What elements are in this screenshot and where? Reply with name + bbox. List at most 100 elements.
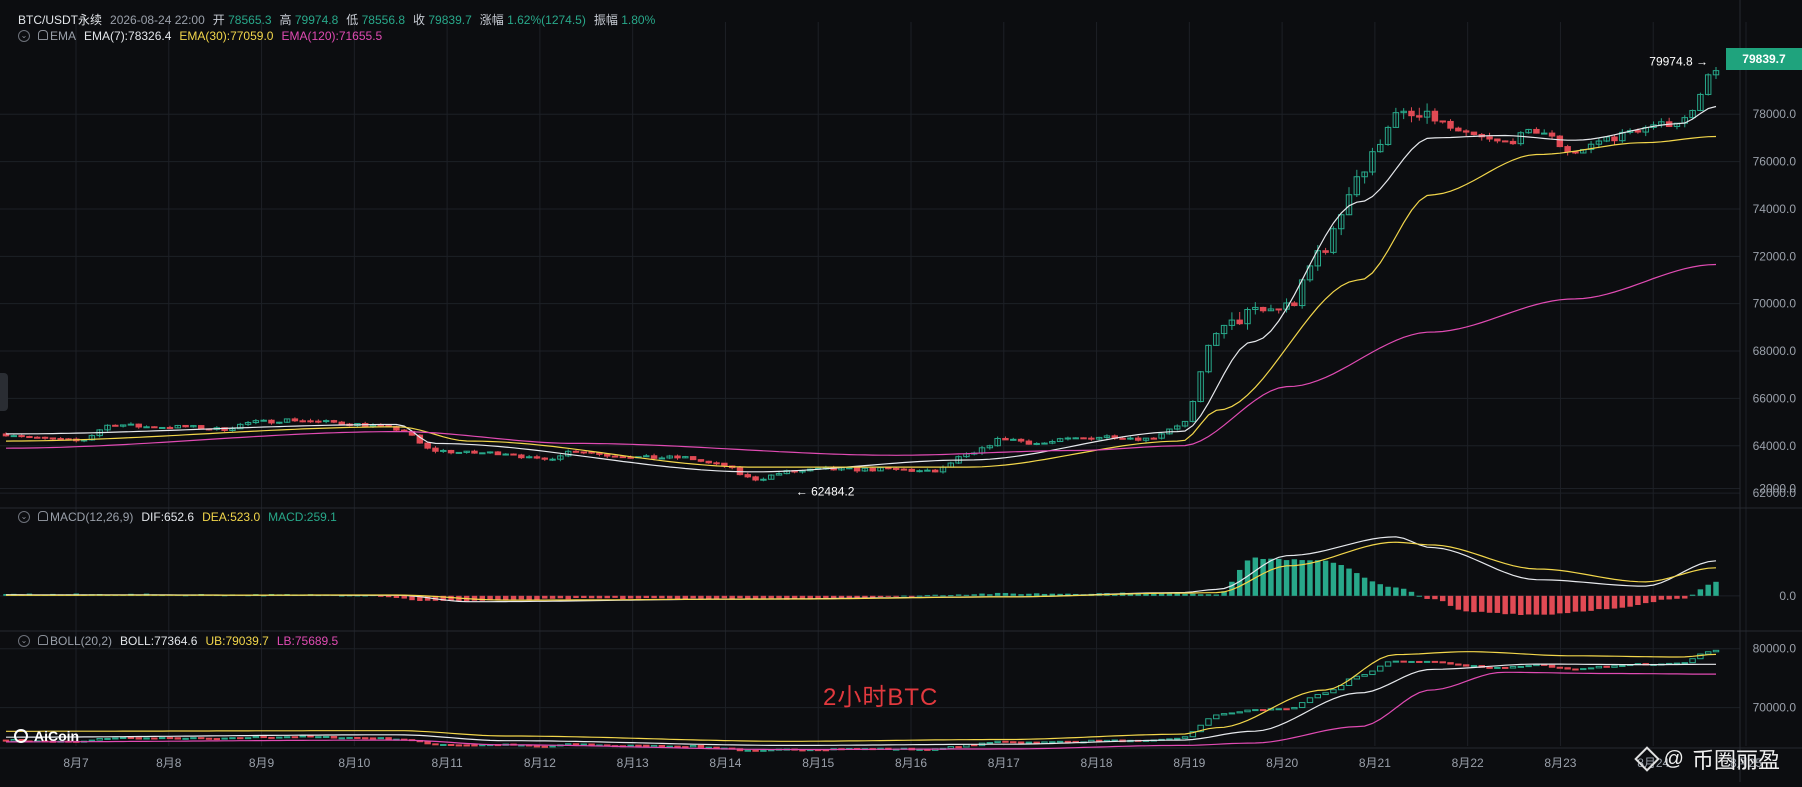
macd-histogram-bar xyxy=(1666,595,1672,600)
candle-body xyxy=(1119,437,1126,440)
boll-candle xyxy=(1220,713,1228,716)
candle-body xyxy=(1501,140,1509,143)
boll-candle xyxy=(96,737,103,741)
macd-line-dea xyxy=(6,541,1717,601)
candle-body xyxy=(432,447,439,452)
y-tick-label: 66000.0 xyxy=(1753,391,1797,405)
boll-candle xyxy=(1033,741,1040,744)
boll-candle xyxy=(1205,718,1212,726)
candle-body xyxy=(1572,151,1579,154)
boll-candle xyxy=(1025,741,1033,744)
candle-body xyxy=(1634,130,1642,133)
macd-histogram-bar xyxy=(1627,595,1633,607)
ema-line-ema30 xyxy=(5,135,1717,468)
macd-histogram-bar xyxy=(1650,595,1657,603)
high-label: 高 xyxy=(279,13,292,27)
boll-candle xyxy=(1041,741,1048,744)
close-label: 收 xyxy=(413,13,426,27)
macd-histogram-bar xyxy=(378,595,384,597)
ema7-value: EMA(7):78326.4 xyxy=(84,29,172,43)
dea-value: DEA:523.0 xyxy=(202,510,261,524)
boll-candle xyxy=(377,737,385,740)
boll-candle xyxy=(112,737,119,740)
candle-body xyxy=(1088,437,1095,440)
candle-body xyxy=(112,424,119,427)
kline-chart[interactable]: 8月7 8月8 8月9 8月10 8月11 8月12 8月13 8月14 8月15 8月16 8月1… xyxy=(0,0,1802,782)
y-tick-label: 76000.0 xyxy=(1753,155,1797,169)
macd-histogram-bar xyxy=(549,595,556,599)
boll-candle xyxy=(1564,667,1571,670)
x-tick-label: 8月12 xyxy=(524,756,556,770)
macd-histogram-bar xyxy=(1197,594,1204,596)
macd-histogram-bar xyxy=(940,595,946,597)
macd-histogram-bar xyxy=(909,595,915,597)
boll-candle xyxy=(1298,702,1306,709)
macd-histogram-bar xyxy=(1479,595,1485,612)
macd-histogram-bar xyxy=(768,595,774,599)
boll-mid-value: BOLL:77364.6 xyxy=(120,634,198,648)
x-tick-label: 8月15 xyxy=(802,756,834,770)
candle-body xyxy=(525,456,533,459)
aicoin-logo: AiCoin xyxy=(14,728,79,744)
boll-candle xyxy=(1509,666,1517,669)
boll-candle xyxy=(369,737,377,740)
alert-bell-icon[interactable] xyxy=(38,511,48,521)
ema-indicator-name[interactable]: EMA xyxy=(50,29,76,43)
candle-body xyxy=(549,458,556,461)
macd-indicator-name[interactable]: MACD(12,26,9) xyxy=(50,510,133,524)
macd-histogram-bar xyxy=(1533,595,1540,615)
boll-candle xyxy=(674,745,681,748)
candle-body xyxy=(291,418,299,422)
macd-histogram-bar xyxy=(471,595,478,601)
macd-histogram-bar xyxy=(393,595,400,598)
candle-body xyxy=(1462,130,1470,133)
macd-histogram-bar xyxy=(1658,595,1665,600)
macd-histogram-bar xyxy=(1033,593,1040,596)
macd-histogram-bar xyxy=(1549,595,1555,615)
macd-histogram-bar xyxy=(1346,568,1352,596)
alert-bell-icon[interactable] xyxy=(38,635,48,645)
candle-body xyxy=(1509,140,1517,145)
boll-candle xyxy=(1228,712,1236,715)
macd-value: MACD:259.1 xyxy=(268,510,337,524)
collapse-chevron-icon[interactable]: ⌄ xyxy=(18,511,30,523)
macd-histogram-bar xyxy=(526,595,532,600)
candle-body xyxy=(1080,437,1087,440)
boll-candle xyxy=(1236,711,1243,714)
candle-body xyxy=(1408,110,1415,117)
macd-histogram-bar xyxy=(518,595,525,600)
left-panel-toggle[interactable] xyxy=(0,373,8,411)
boll-candle xyxy=(283,736,291,739)
candle-body xyxy=(18,435,25,438)
symbol-label[interactable]: BTC/USDT永续 xyxy=(18,11,102,28)
boll-candle xyxy=(752,749,759,752)
boll-candle xyxy=(229,737,236,740)
x-tick-label: 8月17 xyxy=(988,756,1020,770)
candle-body xyxy=(34,436,41,439)
collapse-chevron-icon[interactable]: ⌄ xyxy=(18,30,30,42)
boll-candle xyxy=(338,737,345,740)
y-tick-label: 70000.0 xyxy=(1753,297,1797,311)
datetime-label: 2026-08-24 22:00 xyxy=(110,12,205,27)
collapse-chevron-icon[interactable]: ⌄ xyxy=(18,635,30,647)
macd-histogram-bar xyxy=(401,595,407,599)
macd-histogram-bar xyxy=(1525,595,1532,615)
candle-body xyxy=(26,436,33,439)
boll-candle xyxy=(1587,667,1595,670)
boll-indicator-name[interactable]: BOLL(20,2) xyxy=(50,634,112,648)
macd-histogram-bar xyxy=(1541,595,1547,615)
candle-body xyxy=(533,456,541,459)
alert-bell-icon[interactable] xyxy=(38,30,48,40)
boll-candle xyxy=(635,744,642,747)
macd-histogram-bar xyxy=(1026,593,1032,596)
candle-body xyxy=(471,450,478,454)
macd-histogram-bar xyxy=(776,595,782,599)
boll-candle xyxy=(947,746,955,749)
boll-candle xyxy=(1704,651,1712,655)
candle-body xyxy=(1236,319,1243,325)
candle-body xyxy=(1041,442,1048,445)
candle-body xyxy=(643,455,650,458)
boll-candle xyxy=(580,743,588,746)
candle-body xyxy=(846,467,853,470)
candle-body xyxy=(49,437,57,440)
